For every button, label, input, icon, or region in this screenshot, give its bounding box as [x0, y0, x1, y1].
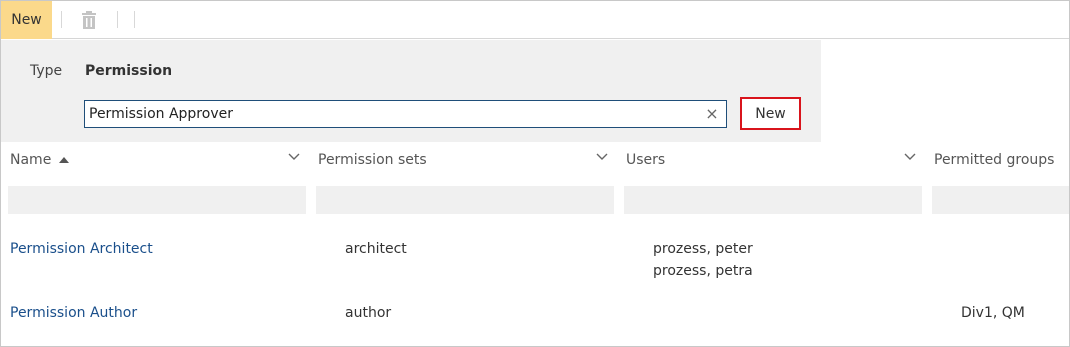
column-header-label: Permission sets	[318, 152, 427, 168]
close-icon[interactable]: ×	[702, 103, 722, 125]
column-header-label: Users	[626, 152, 666, 168]
column-header-permitted-groups[interactable]: Permitted groups	[934, 152, 1054, 168]
create-panel: Type Permission × New	[1, 40, 821, 142]
toolbar: New	[1, 1, 1069, 39]
type-label: Type	[30, 63, 63, 79]
chevron-down-icon[interactable]	[595, 150, 609, 164]
trash-icon[interactable]	[80, 10, 98, 30]
column-header-permission-sets[interactable]: Permission sets	[318, 152, 427, 168]
permissions-view: New Type Permission × New Name Permissio…	[0, 0, 1070, 347]
toolbar-separator	[134, 11, 135, 28]
filter-input-users[interactable]	[624, 186, 922, 214]
column-header-label: Permitted groups	[934, 152, 1055, 168]
row-permission-set: architect	[345, 241, 407, 257]
toolbar-separator	[117, 11, 118, 28]
row-name-link[interactable]: Permission Architect	[10, 238, 153, 260]
filter-input-name[interactable]	[8, 186, 306, 214]
row-permission-set: author	[345, 305, 392, 321]
column-header-label: Name	[10, 152, 52, 168]
type-value: Permission	[85, 63, 173, 79]
filter-input-permission-sets[interactable]	[316, 186, 614, 214]
toolbar-new-button[interactable]: New	[1, 1, 52, 39]
toolbar-separator	[61, 11, 62, 28]
chevron-down-icon[interactable]	[903, 150, 917, 164]
filter-input-permitted-groups[interactable]	[932, 186, 1069, 214]
row-permitted-groups: Div1, QM	[961, 305, 1025, 321]
create-new-button[interactable]: New	[740, 97, 801, 130]
row-user: prozess, peter	[653, 241, 753, 257]
row-name-link[interactable]: Permission Author	[10, 302, 137, 324]
sort-ascending-icon	[59, 157, 70, 163]
permission-name-input[interactable]	[84, 100, 727, 128]
row-user: prozess, petra	[653, 263, 753, 279]
column-header-users[interactable]: Users	[626, 152, 665, 168]
chevron-down-icon[interactable]	[287, 150, 301, 164]
column-header-name[interactable]: Name	[10, 152, 70, 168]
